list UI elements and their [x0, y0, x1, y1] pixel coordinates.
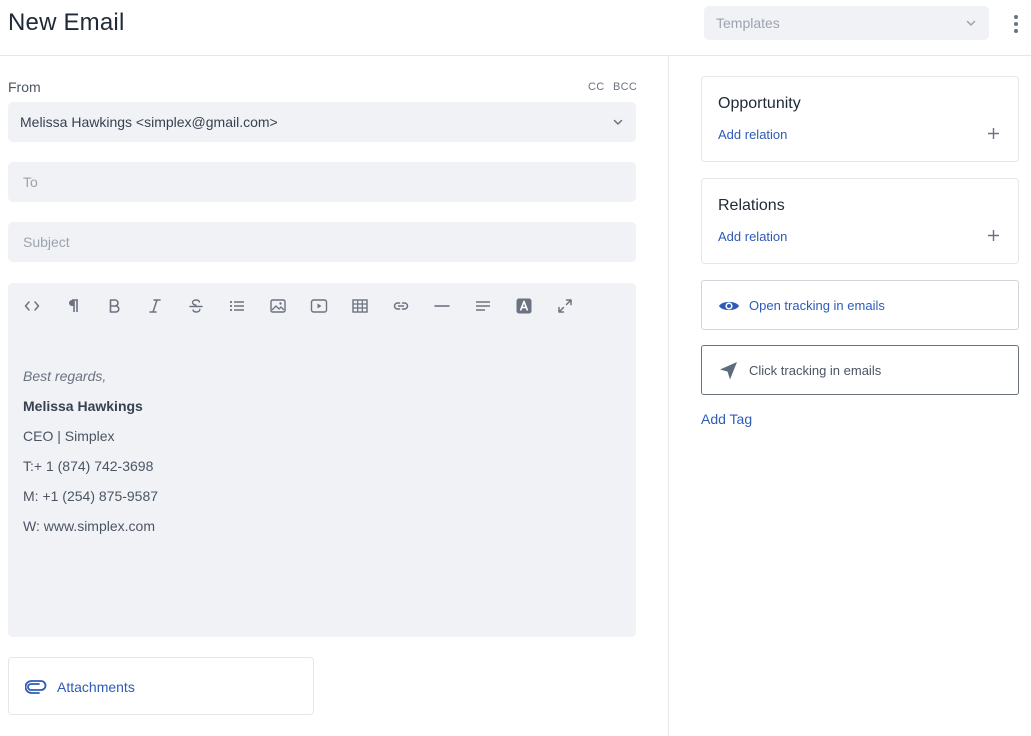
templates-select-label: Templates: [716, 15, 780, 31]
paperclip-icon: [25, 680, 47, 694]
strikethrough-icon[interactable]: [186, 296, 206, 316]
fullscreen-icon[interactable]: [555, 296, 575, 316]
relations-card: Relations Add relation: [701, 178, 1019, 264]
cc-link[interactable]: CC: [588, 81, 605, 93]
video-icon[interactable]: [309, 296, 329, 316]
opportunity-title: Opportunity: [718, 95, 801, 112]
link-icon[interactable]: [391, 296, 411, 316]
templates-select[interactable]: Templates: [704, 6, 989, 40]
bullet-list-icon[interactable]: [227, 296, 247, 316]
to-input[interactable]: To: [8, 162, 636, 202]
email-body-editor[interactable]: Best regards, Melissa Hawkings CEO | Sim…: [8, 283, 636, 637]
plus-icon[interactable]: [987, 229, 1000, 242]
opportunity-card: Opportunity Add relation: [701, 76, 1019, 162]
signature-name: Melissa Hawkings: [23, 398, 143, 414]
bcc-link[interactable]: BCC: [613, 81, 637, 93]
subject-placeholder: Subject: [23, 234, 70, 250]
click-tracking-label: Click tracking in emails: [749, 363, 882, 378]
column-divider: [668, 56, 669, 736]
from-select[interactable]: Melissa Hawkings <simplex@gmail.com>: [8, 102, 636, 142]
font-color-icon[interactable]: [514, 296, 534, 316]
relations-add-relation-link[interactable]: Add relation: [718, 229, 787, 244]
open-tracking-toggle[interactable]: Open tracking in emails: [701, 280, 1019, 330]
subject-input[interactable]: Subject: [8, 222, 636, 262]
signature-phone-t: T:+ 1 (874) 742-3698: [23, 458, 154, 474]
align-left-icon[interactable]: [473, 296, 493, 316]
from-value: Melissa Hawkings <simplex@gmail.com>: [20, 114, 278, 130]
code-view-icon[interactable]: [22, 296, 42, 316]
signature-website: W: www.simplex.com: [23, 518, 155, 534]
open-tracking-label: Open tracking in emails: [749, 298, 885, 313]
from-label: From: [8, 79, 41, 95]
signature-phone-m: M: +1 (254) 875-9587: [23, 488, 159, 504]
page-title: New Email: [8, 9, 125, 36]
add-tag-link[interactable]: Add Tag: [701, 411, 752, 427]
signature-greeting: Best regards,: [23, 368, 107, 384]
to-placeholder: To: [23, 174, 38, 190]
chevron-down-icon: [613, 119, 623, 125]
click-tracking-toggle[interactable]: Click tracking in emails: [701, 345, 1019, 395]
more-options-icon[interactable]: [1009, 12, 1023, 36]
italic-icon[interactable]: [145, 296, 165, 316]
header: New Email Templates: [0, 0, 1031, 56]
cursor-arrow-icon: [720, 362, 737, 380]
signature-role: CEO | Simplex: [23, 428, 115, 444]
attachments-button[interactable]: Attachments: [8, 657, 314, 715]
attachments-label: Attachments: [57, 679, 135, 695]
chevron-down-icon: [966, 20, 976, 26]
relations-title: Relations: [718, 197, 785, 214]
eye-icon: [719, 301, 739, 311]
image-icon[interactable]: [268, 296, 288, 316]
paragraph-icon[interactable]: [63, 296, 83, 316]
horizontal-rule-icon[interactable]: [432, 296, 452, 316]
opportunity-add-relation-link[interactable]: Add relation: [718, 127, 787, 142]
plus-icon[interactable]: [987, 127, 1000, 140]
bold-icon[interactable]: [104, 296, 124, 316]
table-icon[interactable]: [350, 296, 370, 316]
